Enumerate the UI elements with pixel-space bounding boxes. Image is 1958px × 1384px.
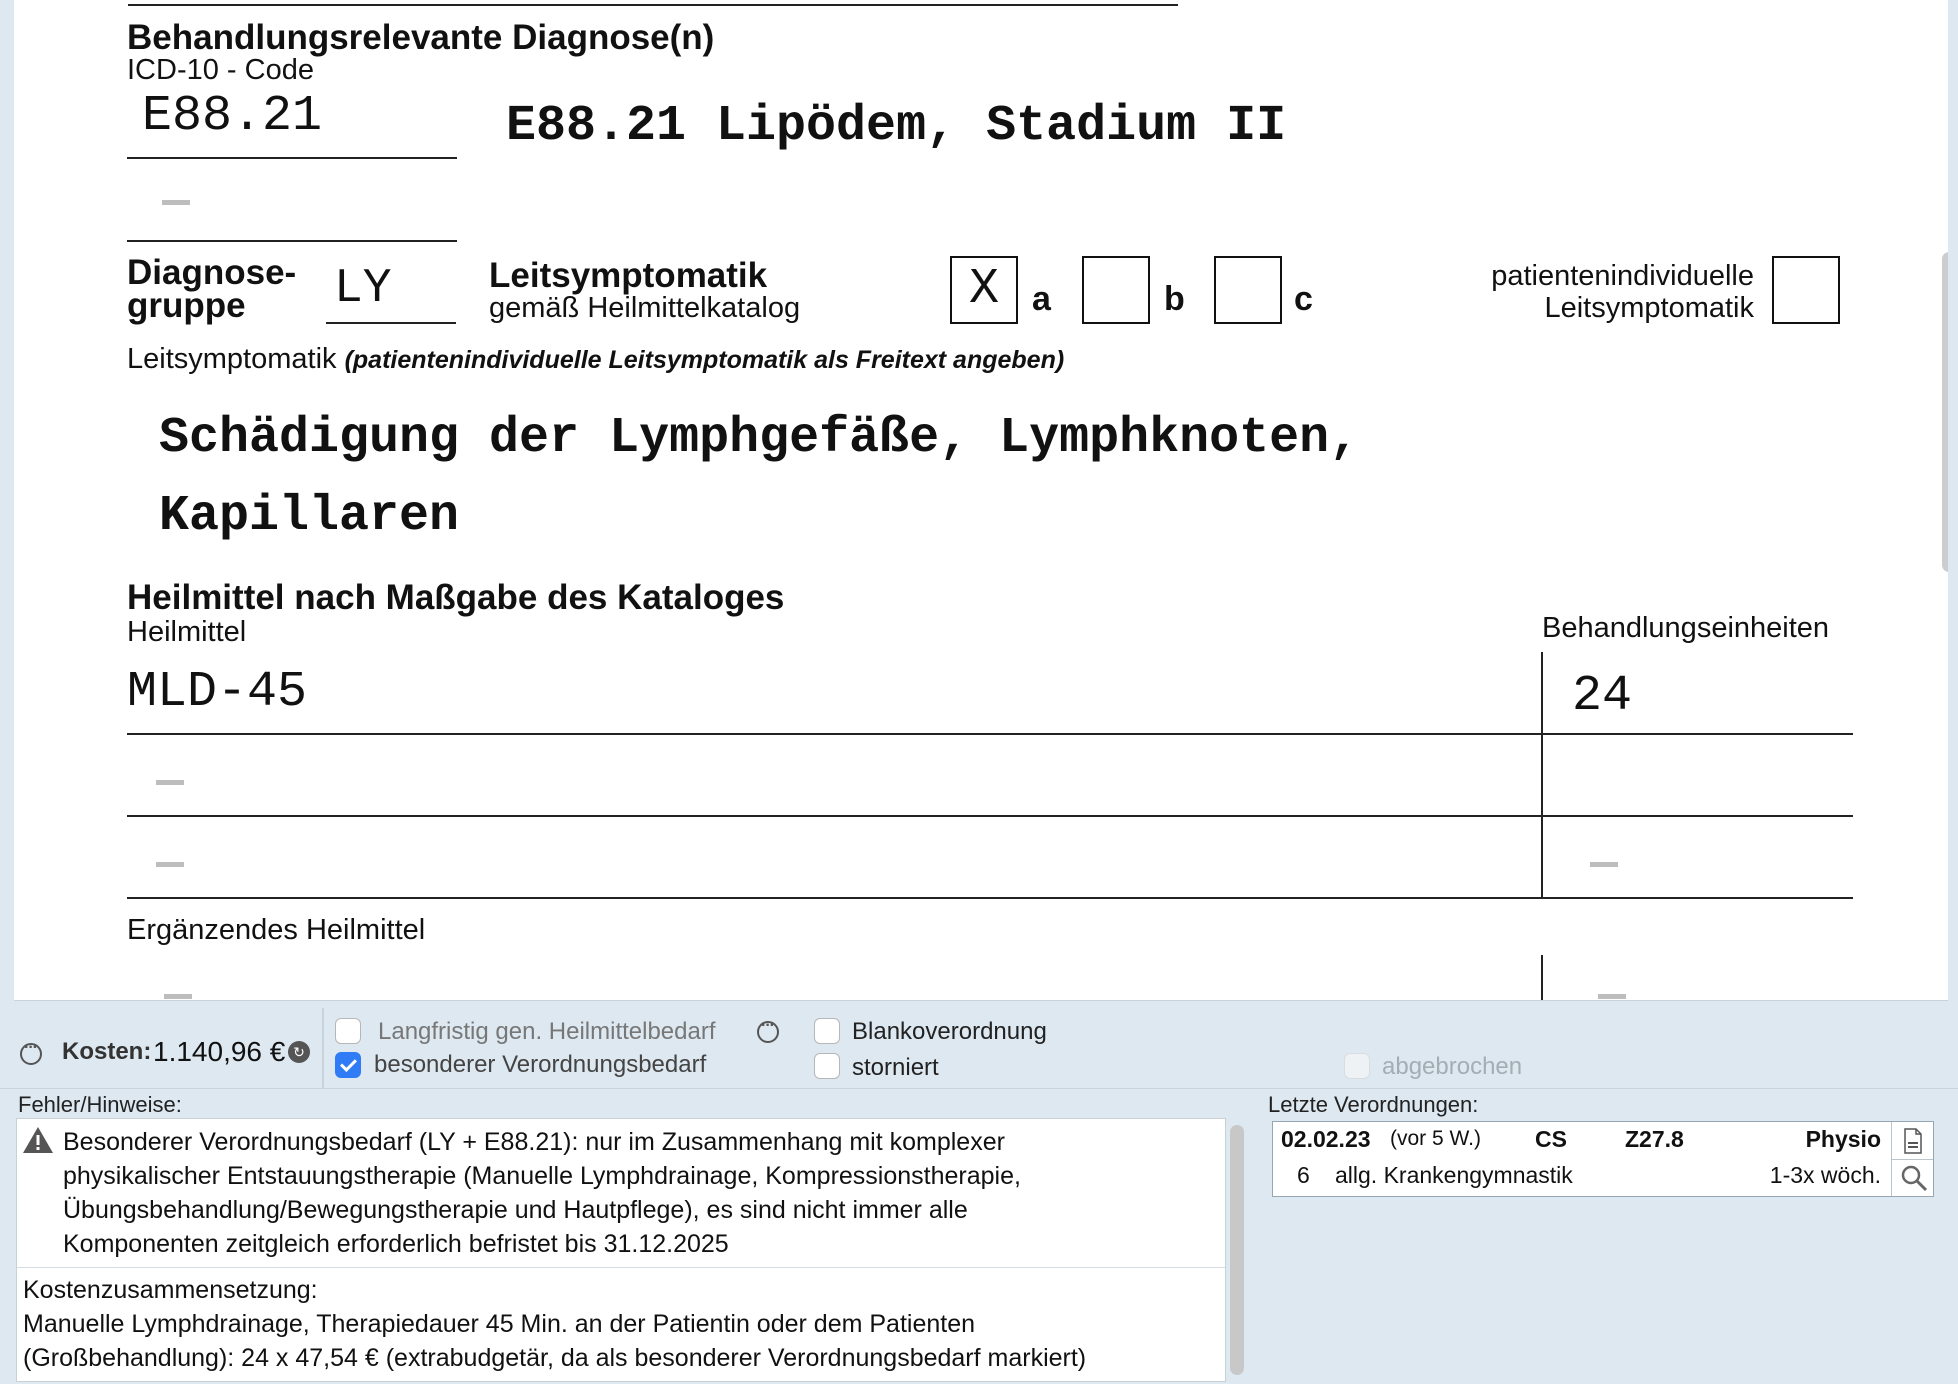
cancelled-checkbox[interactable]: [814, 1053, 840, 1079]
freetext-label: Leitsymptomatik (patientenindividuelle L…: [127, 343, 1065, 375]
supplementary-label: Ergänzendes Heilmittel: [127, 914, 426, 946]
supplementary-units-field[interactable]: [1598, 994, 1626, 999]
diag-group-field[interactable]: LY: [334, 262, 392, 316]
history-code: Z27.8: [1625, 1126, 1684, 1152]
leitsymptomatik-title: Leitsymptomatik: [489, 256, 768, 295]
letter-a: a: [1032, 280, 1051, 318]
history-title: Letzte Verordnungen:: [1268, 1092, 1479, 1117]
hints-panel: Besonderer Verordnungsbedarf (LY + E88.2…: [16, 1118, 1226, 1382]
heilmittel-field-2[interactable]: [156, 780, 184, 785]
leitsymptomatik-freetext[interactable]: Schädigung der Lymphgefäße, Lymphknoten,…: [159, 400, 1359, 556]
cost-label: Kosten:: [62, 1038, 152, 1065]
history-list[interactable]: 02.02.23 (vor 5 W.) CS Z27.8 Physio 6 al…: [1272, 1121, 1934, 1197]
icd-description: E88.21 Lipödem, Stadium II: [506, 98, 1287, 155]
ellipsis-circle-icon[interactable]: [20, 1039, 42, 1065]
aborted-checkbox[interactable]: [1344, 1053, 1370, 1079]
heilmittel-field-1[interactable]: MLD-45: [127, 664, 307, 721]
individual-label: patientenindividuelle Leitsymptomatik: [1491, 260, 1754, 324]
letter-c: c: [1294, 280, 1313, 318]
blank-prescription-checkbox[interactable]: [814, 1018, 840, 1044]
diagnoses-title: Behandlungsrelevante Diagnose(n): [127, 18, 715, 57]
history-type: Physio: [1805, 1126, 1881, 1152]
icd-code-field-2[interactable]: [127, 165, 457, 243]
longterm-label: Langfristig gen. Heilmittelbedarf: [378, 1018, 716, 1045]
prescription-form: Behandlungsrelevante Diagnose(n) ICD-10 …: [14, 0, 1948, 1001]
leitsymptomatik-sub: gemäß Heilmittelkatalog: [489, 292, 801, 324]
heilmittel-label: Heilmittel: [127, 616, 247, 648]
history-frequency: 1-3x wöch.: [1769, 1162, 1881, 1188]
letter-b: b: [1164, 280, 1185, 318]
aborted-label: abgebrochen: [1382, 1053, 1523, 1080]
blank-prescription-label: Blankoverordnung: [852, 1018, 1047, 1045]
leitsymptomatik-b-checkbox[interactable]: [1082, 256, 1150, 324]
units-field-1[interactable]: 24: [1572, 668, 1632, 725]
warning-text: Besonderer Verordnungsbedarf (LY + E88.2…: [63, 1128, 1021, 1258]
icd-code-field[interactable]: E88.21: [142, 88, 322, 145]
cost-composition: Kostenzusammensetzung: Manuelle Lymphdra…: [23, 1276, 1087, 1372]
diag-group-label: Diagnose- gruppe: [127, 253, 297, 325]
history-ago: (vor 5 W.): [1390, 1127, 1482, 1150]
heilmittel-title: Heilmittel nach Maßgabe des Kataloges: [127, 578, 785, 617]
longterm-info-icon[interactable]: [757, 1017, 779, 1043]
cost-value: 1.140,96 €: [153, 1036, 286, 1067]
document-icon[interactable]: [1902, 1128, 1924, 1154]
leitsymptomatik-a-checkbox[interactable]: X: [950, 256, 1018, 324]
heilmittel-field-3[interactable]: [156, 862, 184, 867]
individual-leitsymptomatik-checkbox[interactable]: [1772, 256, 1840, 324]
cancelled-label: storniert: [852, 1054, 939, 1081]
special-need-label: besonderer Verordnungsbedarf: [374, 1051, 707, 1078]
history-initials: CS: [1535, 1126, 1567, 1152]
top-rule: [128, 4, 1178, 6]
history-count: 6: [1297, 1162, 1310, 1188]
units-field-3[interactable]: [1590, 862, 1618, 867]
history-therapy: allg. Krankengymnastik: [1335, 1162, 1573, 1188]
leitsymptomatik-c-checkbox[interactable]: [1214, 256, 1282, 324]
units-label: Behandlungseinheiten: [1542, 612, 1830, 644]
hints-title: Fehler/Hinweise:: [18, 1092, 182, 1117]
longterm-checkbox[interactable]: [335, 1018, 361, 1044]
icd-label: ICD-10 - Code: [127, 54, 314, 86]
magnifier-icon[interactable]: [1900, 1164, 1928, 1192]
special-need-checkbox[interactable]: [335, 1052, 361, 1078]
supplementary-field[interactable]: [164, 994, 192, 999]
warning-triangle-icon: [23, 1127, 53, 1153]
form-scrollbar[interactable]: [1942, 252, 1948, 572]
history-date: 02.02.23: [1281, 1126, 1371, 1152]
hints-scrollbar[interactable]: [1230, 1125, 1244, 1375]
refresh-icon[interactable]: ↻: [288, 1041, 310, 1063]
